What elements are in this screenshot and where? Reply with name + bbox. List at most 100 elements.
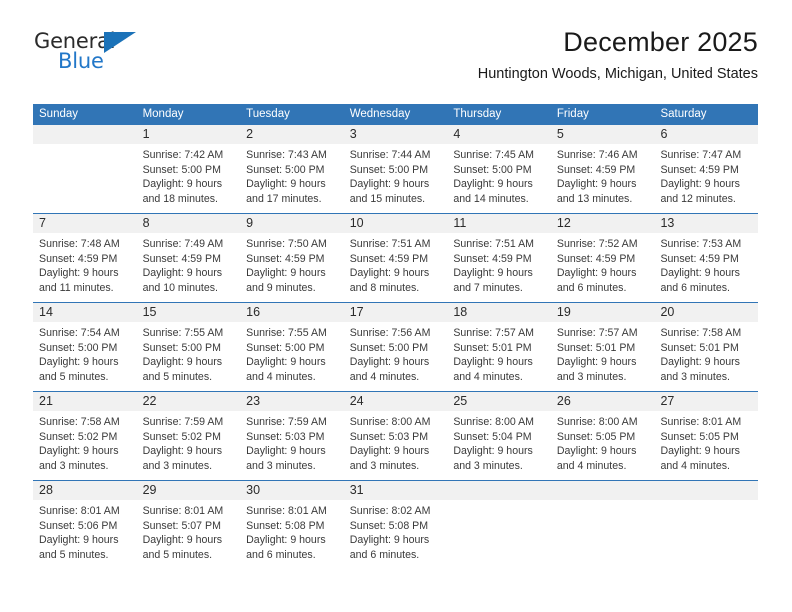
- daylight-text: Daylight: 9 hours and 3 minutes.: [246, 445, 326, 472]
- daylight-text: Daylight: 9 hours and 3 minutes.: [349, 445, 430, 472]
- weekday-header-row: Sunday Monday Tuesday Wednesday Thursday…: [33, 104, 758, 125]
- day-cell[interactable]: Sunrise: 8:01 AM Sunset: 5:07 PM Dayligh…: [137, 500, 241, 569]
- day-number[interactable]: 12: [551, 214, 655, 233]
- day-number[interactable]: 28: [33, 481, 137, 500]
- day-cell[interactable]: Sunrise: 8:01 AM Sunset: 5:05 PM Dayligh…: [654, 411, 758, 480]
- sunset-text: Sunset: 5:05 PM: [556, 430, 636, 443]
- day-number[interactable]: 18: [447, 303, 551, 322]
- day-cell[interactable]: Sunrise: 8:00 AM Sunset: 5:05 PM Dayligh…: [551, 411, 655, 480]
- sunset-text: Sunset: 5:03 PM: [246, 430, 325, 443]
- day-number[interactable]: 6: [654, 125, 758, 144]
- day-number[interactable]: [447, 481, 551, 500]
- daylight-text: Daylight: 9 hours and 13 minutes.: [556, 178, 637, 205]
- sunset-text: Sunset: 4:59 PM: [453, 252, 532, 265]
- day-cell[interactable]: Sunrise: 7:58 AM Sunset: 5:01 PM Dayligh…: [654, 322, 758, 391]
- day-cell[interactable]: Sunrise: 7:57 AM Sunset: 5:01 PM Dayligh…: [447, 322, 551, 391]
- sunset-text: Sunset: 4:59 PM: [39, 252, 118, 265]
- sunrise-text: Sunrise: 7:55 AM: [246, 327, 327, 339]
- day-number[interactable]: 5: [551, 125, 655, 144]
- day-cell[interactable]: Sunrise: 7:57 AM Sunset: 5:01 PM Dayligh…: [551, 322, 655, 391]
- day-number[interactable]: 13: [654, 214, 758, 233]
- sunrise-text: Sunrise: 7:43 AM: [246, 149, 327, 161]
- sunset-text: Sunset: 5:08 PM: [246, 519, 325, 532]
- day-number[interactable]: 8: [137, 214, 241, 233]
- day-number[interactable]: 16: [240, 303, 344, 322]
- day-cell[interactable]: Sunrise: 7:51 AM Sunset: 4:59 PM Dayligh…: [344, 233, 448, 302]
- day-cell[interactable]: [654, 500, 758, 569]
- day-number[interactable]: 19: [551, 303, 655, 322]
- day-number[interactable]: 23: [240, 392, 344, 411]
- sunrise-text: Sunrise: 8:01 AM: [142, 505, 224, 517]
- day-cell[interactable]: Sunrise: 7:42 AM Sunset: 5:00 PM Dayligh…: [137, 144, 241, 213]
- day-cell[interactable]: Sunrise: 7:58 AM Sunset: 5:02 PM Dayligh…: [33, 411, 137, 480]
- day-cell[interactable]: Sunrise: 8:00 AM Sunset: 5:04 PM Dayligh…: [447, 411, 551, 480]
- day-number[interactable]: 26: [551, 392, 655, 411]
- day-number[interactable]: 7: [33, 214, 137, 233]
- daylight-text: Daylight: 9 hours and 3 minutes.: [142, 445, 223, 472]
- day-number[interactable]: 2: [240, 125, 344, 144]
- day-number[interactable]: 11: [447, 214, 551, 233]
- day-cell[interactable]: Sunrise: 7:52 AM Sunset: 4:59 PM Dayligh…: [551, 233, 655, 302]
- day-number[interactable]: 20: [654, 303, 758, 322]
- day-number[interactable]: 22: [137, 392, 241, 411]
- day-cell[interactable]: Sunrise: 7:47 AM Sunset: 4:59 PM Dayligh…: [654, 144, 758, 213]
- day-cell[interactable]: [551, 500, 655, 569]
- day-number[interactable]: 30: [240, 481, 344, 500]
- day-cell[interactable]: Sunrise: 7:53 AM Sunset: 4:59 PM Dayligh…: [654, 233, 758, 302]
- daylight-text: Daylight: 9 hours and 11 minutes.: [39, 267, 119, 294]
- day-number[interactable]: 29: [137, 481, 241, 500]
- day-cell[interactable]: Sunrise: 7:51 AM Sunset: 4:59 PM Dayligh…: [447, 233, 551, 302]
- day-number[interactable]: 15: [137, 303, 241, 322]
- day-number[interactable]: 9: [240, 214, 344, 233]
- day-cell[interactable]: [33, 144, 137, 213]
- day-cell[interactable]: [447, 500, 551, 569]
- day-cell[interactable]: Sunrise: 7:46 AM Sunset: 4:59 PM Dayligh…: [551, 144, 655, 213]
- day-number[interactable]: [33, 125, 137, 144]
- sunrise-text: Sunrise: 8:01 AM: [660, 416, 742, 428]
- day-cell[interactable]: Sunrise: 8:00 AM Sunset: 5:03 PM Dayligh…: [344, 411, 448, 480]
- day-number[interactable]: 24: [344, 392, 448, 411]
- daylight-text: Daylight: 9 hours and 5 minutes.: [142, 534, 223, 561]
- day-cell[interactable]: Sunrise: 7:50 AM Sunset: 4:59 PM Dayligh…: [240, 233, 344, 302]
- day-cell[interactable]: Sunrise: 7:56 AM Sunset: 5:00 PM Dayligh…: [344, 322, 448, 391]
- sunrise-text: Sunrise: 7:51 AM: [453, 238, 534, 250]
- day-number[interactable]: [551, 481, 655, 500]
- day-cell[interactable]: Sunrise: 7:43 AM Sunset: 5:00 PM Dayligh…: [240, 144, 344, 213]
- day-cell[interactable]: Sunrise: 8:01 AM Sunset: 5:06 PM Dayligh…: [33, 500, 137, 569]
- general-blue-logo[interactable]: General Blue: [34, 30, 164, 78]
- day-cell[interactable]: Sunrise: 7:59 AM Sunset: 5:03 PM Dayligh…: [240, 411, 344, 480]
- sunrise-text: Sunrise: 7:50 AM: [246, 238, 327, 250]
- day-cell[interactable]: Sunrise: 7:55 AM Sunset: 5:00 PM Dayligh…: [240, 322, 344, 391]
- sunset-text: Sunset: 5:02 PM: [142, 430, 221, 443]
- calendar-week-row: 7 8 9 10 11 12 13 Sunrise: 7:48 AM Sunse…: [33, 213, 758, 302]
- day-number[interactable]: 21: [33, 392, 137, 411]
- day-number[interactable]: 1: [137, 125, 241, 144]
- daylight-text: Daylight: 9 hours and 6 minutes.: [556, 267, 637, 294]
- day-number[interactable]: 27: [654, 392, 758, 411]
- day-number[interactable]: 31: [344, 481, 448, 500]
- day-cell[interactable]: Sunrise: 7:54 AM Sunset: 5:00 PM Dayligh…: [33, 322, 137, 391]
- day-number-row: 14 15 16 17 18 19 20: [33, 303, 758, 322]
- sunset-text: Sunset: 5:07 PM: [142, 519, 221, 532]
- day-cell[interactable]: Sunrise: 7:49 AM Sunset: 4:59 PM Dayligh…: [137, 233, 241, 302]
- daylight-text: Daylight: 9 hours and 4 minutes.: [349, 356, 430, 383]
- day-cell[interactable]: Sunrise: 7:55 AM Sunset: 5:00 PM Dayligh…: [137, 322, 241, 391]
- daylight-text: Daylight: 9 hours and 5 minutes.: [142, 356, 223, 383]
- day-cell[interactable]: Sunrise: 8:01 AM Sunset: 5:08 PM Dayligh…: [240, 500, 344, 569]
- day-number[interactable]: 25: [447, 392, 551, 411]
- day-detail-row: Sunrise: 7:42 AM Sunset: 5:00 PM Dayligh…: [33, 144, 758, 213]
- day-cell[interactable]: Sunrise: 8:02 AM Sunset: 5:08 PM Dayligh…: [344, 500, 448, 569]
- day-cell[interactable]: Sunrise: 7:59 AM Sunset: 5:02 PM Dayligh…: [137, 411, 241, 480]
- sunrise-text: Sunrise: 7:48 AM: [39, 238, 120, 250]
- day-number[interactable]: 3: [344, 125, 448, 144]
- day-cell[interactable]: Sunrise: 7:44 AM Sunset: 5:00 PM Dayligh…: [344, 144, 448, 213]
- day-number[interactable]: 14: [33, 303, 137, 322]
- day-number[interactable]: 4: [447, 125, 551, 144]
- day-number[interactable]: [654, 481, 758, 500]
- sunrise-text: Sunrise: 7:58 AM: [39, 416, 120, 428]
- day-cell[interactable]: Sunrise: 7:45 AM Sunset: 5:00 PM Dayligh…: [447, 144, 551, 213]
- day-number[interactable]: 10: [344, 214, 448, 233]
- weekday-header-friday: Friday: [556, 108, 589, 120]
- day-cell[interactable]: Sunrise: 7:48 AM Sunset: 4:59 PM Dayligh…: [33, 233, 137, 302]
- day-number[interactable]: 17: [344, 303, 448, 322]
